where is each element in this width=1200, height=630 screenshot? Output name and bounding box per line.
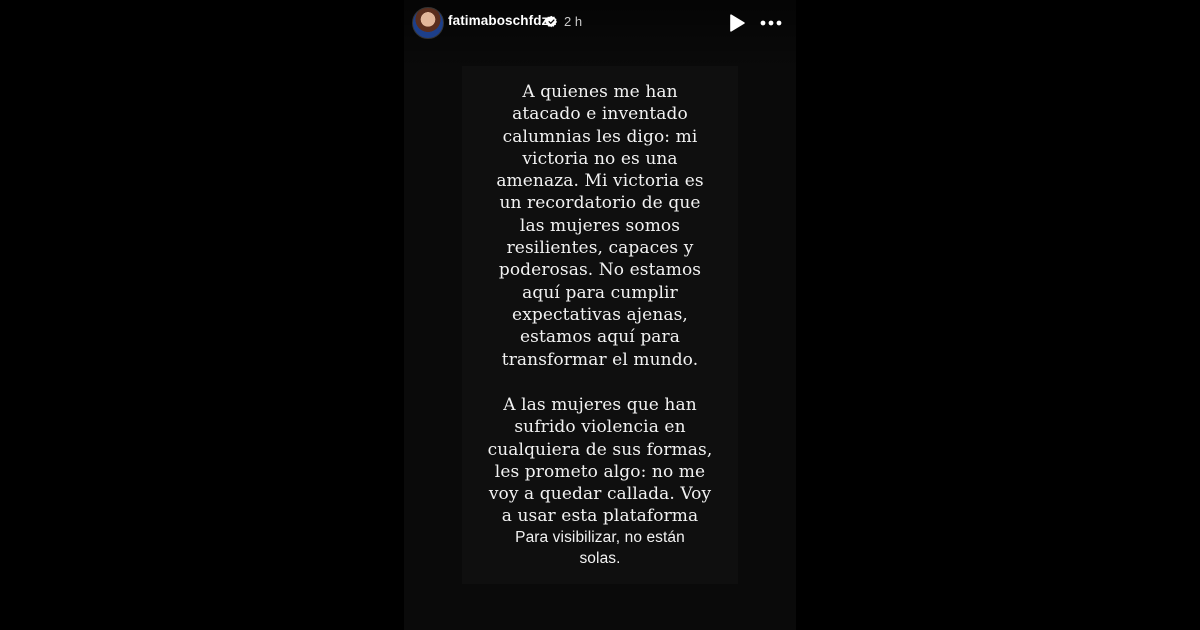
story-paragraph-2: A las mujeres que han sufrido violencia e… [487,395,713,527]
story-header: fatimaboschfdz 2 h [404,0,796,46]
more-icon[interactable] [760,13,782,33]
story-paragraph-1: A quienes me han atacado e inventado calum… [496,82,704,370]
verified-badge-icon [545,15,557,28]
story-text-card: A quienes me han atacado e inventado calum… [462,66,738,584]
username[interactable]: fatimaboschfdz [448,13,548,28]
story-viewer: A quienes me han atacado e inventado calum… [404,0,796,630]
story-paragraph-3: Para visibilizar, no están solas. [515,529,685,567]
post-time: 2 h [564,14,583,29]
play-icon[interactable] [728,13,746,33]
avatar[interactable] [412,7,444,39]
